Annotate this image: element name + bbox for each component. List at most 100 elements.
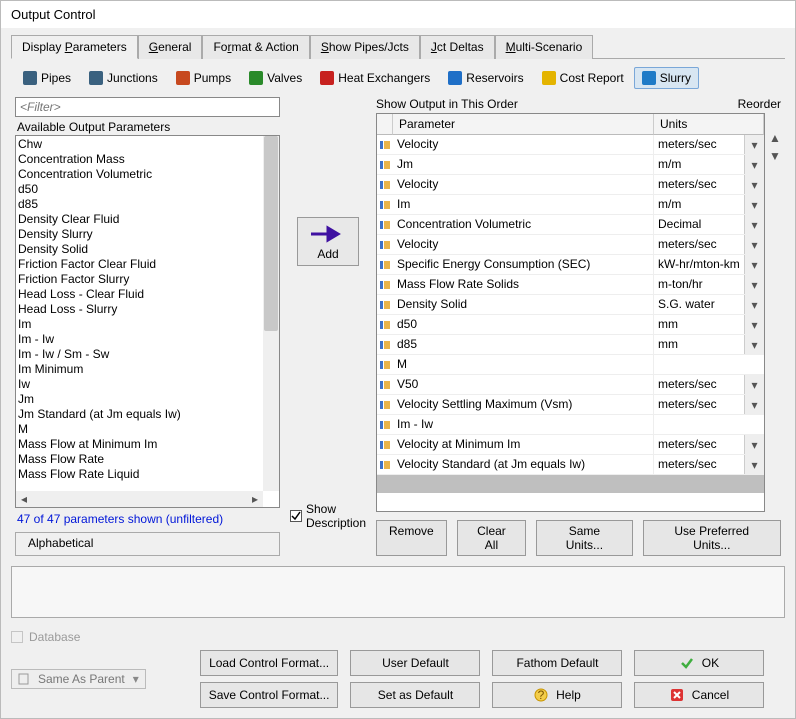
list-item[interactable]: Concentration Volumetric (18, 167, 261, 182)
clear-all-button[interactable]: Clear All (457, 520, 527, 556)
toolbar-cost-report[interactable]: Cost Report (534, 67, 632, 89)
reorder-up-icon[interactable]: ▲ (769, 131, 781, 145)
table-row[interactable]: M (377, 355, 764, 375)
units-dropdown[interactable]: ▾ (744, 175, 764, 194)
scroll-left-icon[interactable]: ◂ (16, 491, 32, 507)
table-row[interactable]: Velocity Settling Maximum (Vsm)meters/se… (377, 395, 764, 415)
list-item[interactable]: Mass Flow at Minimum Im (18, 437, 261, 452)
list-item[interactable]: Mass Flow Rate (18, 452, 261, 467)
table-row[interactable]: Velocity at Minimum Immeters/sec▾ (377, 435, 764, 455)
table-row[interactable]: Velocitymeters/sec▾ (377, 135, 764, 155)
set-as-default-button[interactable]: Set as Default (350, 682, 480, 708)
row-grip-icon[interactable] (377, 135, 393, 154)
vertical-scrollbar[interactable] (263, 136, 279, 491)
list-item[interactable]: Iw (18, 377, 261, 392)
table-row[interactable]: Velocitymeters/sec▾ (377, 235, 764, 255)
ok-button[interactable]: OK (634, 650, 764, 676)
list-item[interactable]: Mass Flow Rate Liquid (18, 467, 261, 482)
list-item[interactable]: Density Clear Fluid (18, 212, 261, 227)
units-dropdown[interactable]: ▾ (744, 315, 764, 334)
output-order-table[interactable]: Parameter Units Velocitymeters/sec▾Jmm/m… (376, 113, 765, 512)
list-item[interactable]: Concentration Mass (18, 152, 261, 167)
units-dropdown[interactable]: ▾ (744, 135, 764, 154)
list-item[interactable]: Im Minimum (18, 362, 261, 377)
user-default-button[interactable]: User Default (350, 650, 480, 676)
horizontal-scrollbar[interactable]: ◂ ▸ (16, 491, 263, 507)
list-item[interactable]: Head Loss - Clear Fluid (18, 287, 261, 302)
scroll-right-icon[interactable]: ▸ (247, 491, 263, 507)
row-grip-icon[interactable] (377, 435, 393, 454)
toolbar-junctions[interactable]: Junctions (81, 67, 166, 89)
table-row[interactable]: Specific Energy Consumption (SEC)kW-hr/m… (377, 255, 764, 275)
same-as-parent-dropdown[interactable]: Same As Parent ▾ (11, 669, 146, 689)
table-row[interactable]: d50mm▾ (377, 315, 764, 335)
units-dropdown[interactable]: ▾ (744, 195, 764, 214)
row-grip-icon[interactable] (377, 155, 393, 174)
row-grip-icon[interactable] (377, 455, 393, 474)
list-item[interactable]: Im (18, 317, 261, 332)
toolbar-reservoirs[interactable]: Reservoirs (440, 67, 531, 89)
units-dropdown[interactable]: ▾ (744, 435, 764, 454)
add-button[interactable]: Add (297, 217, 359, 266)
fathom-default-button[interactable]: Fathom Default (492, 650, 622, 676)
list-item[interactable]: Friction Factor Slurry (18, 272, 261, 287)
load-control-format-button[interactable]: Load Control Format... (200, 650, 339, 676)
list-item[interactable]: Density Slurry (18, 227, 261, 242)
units-dropdown[interactable]: ▾ (744, 235, 764, 254)
same-units-button[interactable]: Same Units... (536, 520, 632, 556)
list-item[interactable]: Head Loss - Slurry (18, 302, 261, 317)
row-grip-icon[interactable] (377, 275, 393, 294)
tab-multi-scenario[interactable]: Multi-Scenario (495, 35, 594, 59)
list-item[interactable]: Density Solid (18, 242, 261, 257)
units-dropdown[interactable]: ▾ (744, 215, 764, 234)
toolbar-pipes[interactable]: Pipes (15, 67, 79, 89)
toolbar-slurry[interactable]: Slurry (634, 67, 699, 89)
list-item[interactable]: Jm (18, 392, 261, 407)
units-dropdown[interactable]: ▾ (744, 375, 764, 394)
row-grip-icon[interactable] (377, 215, 393, 234)
list-item[interactable]: Friction Factor Clear Fluid (18, 257, 261, 272)
units-dropdown[interactable]: ▾ (744, 295, 764, 314)
tab-display-parameters[interactable]: Display Parameters (11, 35, 138, 59)
save-control-format-button[interactable]: Save Control Format... (200, 682, 339, 708)
list-item[interactable]: d50 (18, 182, 261, 197)
table-row[interactable]: Density SolidS.G. water▾ (377, 295, 764, 315)
available-listbox[interactable]: ChwConcentration MassConcentration Volum… (15, 135, 280, 508)
tab-show-pipes-jcts[interactable]: Show Pipes/Jcts (310, 35, 420, 59)
use-preferred-units-button[interactable]: Use Preferred Units... (643, 520, 782, 556)
table-row[interactable]: Im - Iw (377, 415, 764, 435)
toolbar-pumps[interactable]: Pumps (168, 67, 239, 89)
row-grip-icon[interactable] (377, 355, 393, 374)
row-grip-icon[interactable] (377, 235, 393, 254)
filter-input[interactable] (15, 97, 280, 117)
row-grip-icon[interactable] (377, 195, 393, 214)
list-item[interactable]: Im - Iw / Sm - Sw (18, 347, 261, 362)
list-item[interactable]: d85 (18, 197, 261, 212)
table-row[interactable]: V50meters/sec▾ (377, 375, 764, 395)
units-dropdown[interactable]: ▾ (744, 255, 764, 274)
toolbar-heat-exchangers[interactable]: Heat Exchangers (312, 67, 438, 89)
cancel-button[interactable]: Cancel (634, 682, 764, 708)
table-row[interactable]: Jmm/m▾ (377, 155, 764, 175)
list-item[interactable]: Jm Standard (at Jm equals Iw) (18, 407, 261, 422)
row-grip-icon[interactable] (377, 295, 393, 314)
list-item[interactable]: Chw (18, 137, 261, 152)
row-grip-icon[interactable] (377, 375, 393, 394)
table-row[interactable]: d85mm▾ (377, 335, 764, 355)
list-item[interactable]: M (18, 422, 261, 437)
table-row[interactable]: Mass Flow Rate Solidsm-ton/hr▾ (377, 275, 764, 295)
row-grip-icon[interactable] (377, 175, 393, 194)
units-dropdown[interactable]: ▾ (744, 275, 764, 294)
table-row[interactable]: Velocitymeters/sec▾ (377, 175, 764, 195)
table-row[interactable]: Velocity Standard (at Jm equals Iw)meter… (377, 455, 764, 475)
row-grip-icon[interactable] (377, 255, 393, 274)
tab-jct-deltas[interactable]: Jct Deltas (420, 35, 495, 59)
row-grip-icon[interactable] (377, 395, 393, 414)
table-row[interactable]: Concentration VolumetricDecimal▾ (377, 215, 764, 235)
list-item[interactable]: Im - Iw (18, 332, 261, 347)
tab-general[interactable]: General (138, 35, 203, 59)
units-dropdown[interactable]: ▾ (744, 335, 764, 354)
table-row[interactable]: Imm/m▾ (377, 195, 764, 215)
units-dropdown[interactable]: ▾ (744, 155, 764, 174)
reorder-down-icon[interactable]: ▼ (769, 149, 781, 163)
